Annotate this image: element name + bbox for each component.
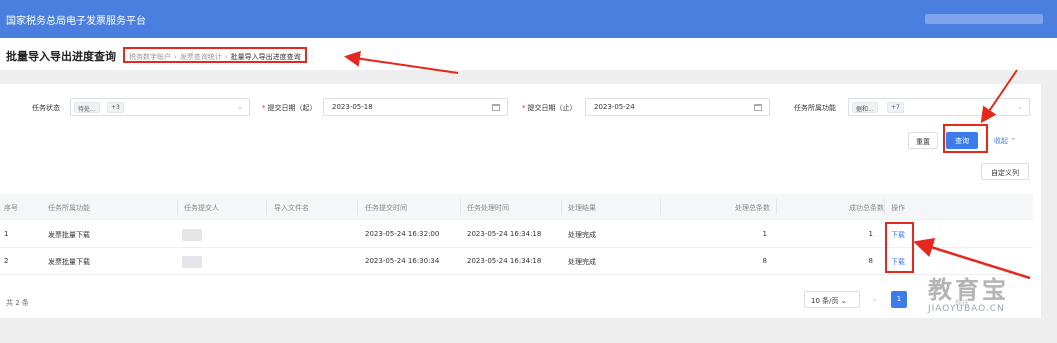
status-tag: 待处... — [74, 102, 100, 113]
breadcrumb-item-current: 批量导入导出进度查询 — [230, 53, 301, 61]
main-panel: 任务状态 待处... +3 ⌄ * 提交日期（起） 2023-05-18 * 提交日… — [0, 84, 1041, 318]
chevron-down-icon: ⌄ — [1017, 103, 1023, 111]
cell-total: 1 — [762, 230, 767, 238]
cell-process-time: 2023-05-24 16:34:18 — [467, 257, 542, 265]
page-size-select[interactable]: 10 条/页 ⌄ — [804, 291, 860, 308]
function-label: 任务所属功能 — [794, 104, 836, 112]
col-filename: 导入文件名 — [274, 204, 309, 212]
total-count: 共 2 条 — [6, 299, 29, 307]
cell-result: 处理完成 — [568, 231, 596, 239]
cell-submit-time: 2023-05-24 16:32:00 — [365, 230, 440, 238]
status-more-tag: +3 — [107, 102, 124, 113]
breadcrumb-item-tax-account[interactable]: 税务数字账户 — [129, 53, 171, 61]
column-divider — [357, 199, 358, 215]
function-select[interactable]: 据和... +7 ⌄ — [848, 98, 1030, 116]
required-mark: * — [262, 104, 266, 112]
cell-function: 发票批量下载 — [48, 231, 90, 239]
cell-index: 2 — [4, 257, 9, 265]
column-divider — [561, 199, 562, 215]
column-divider — [177, 199, 178, 215]
top-bar: 国家税务总局电子发票服务平台 — [0, 0, 1057, 38]
date-to-label: * 提交日期（止） — [522, 103, 577, 113]
collapse-link[interactable]: 收起 ⌃ — [994, 136, 1016, 146]
required-mark: * — [522, 104, 526, 112]
date-to-label-text: 提交日期（止） — [527, 104, 577, 112]
col-submit-time: 任务提交时间 — [365, 204, 407, 212]
col-submitter: 任务提交人 — [184, 204, 219, 212]
column-divider — [660, 199, 661, 215]
breadcrumb-item-invoice-stats[interactable]: 发票查询统计 — [180, 53, 222, 61]
status-label: 任务状态 — [32, 104, 60, 112]
date-from-input[interactable]: 2023-05-18 — [323, 98, 508, 116]
status-select[interactable]: 待处... +3 ⌄ — [70, 98, 250, 116]
cell-function: 发票批量下载 — [48, 258, 90, 266]
cell-process-time: 2023-05-24 16:34:18 — [467, 230, 542, 238]
breadcrumb-separator: › — [174, 53, 177, 61]
calendar-icon — [492, 104, 500, 111]
cell-submit-time: 2023-05-24 16:30:34 — [365, 257, 440, 265]
date-from-label-text: 提交日期（起） — [267, 104, 317, 112]
chevron-down-icon: ⌄ — [237, 103, 243, 111]
watermark-logo: 教育宝 JIAOYUBAO.CN — [928, 270, 1009, 314]
app-title: 国家税务总局电子发票服务平台 — [6, 16, 146, 27]
col-result: 处理结果 — [568, 204, 596, 212]
watermark-text: 教育宝 — [928, 276, 1009, 304]
function-tag: 据和... — [852, 102, 878, 113]
date-from-value: 2023-05-18 — [332, 103, 373, 111]
breadcrumb-separator: › — [224, 53, 228, 61]
watermark-domain: JIAOYUBAO.CN — [928, 304, 1005, 314]
column-divider — [460, 199, 461, 215]
user-account-redacted[interactable] — [925, 14, 1043, 24]
col-process-time: 任务处理时间 — [467, 204, 509, 212]
reset-button[interactable]: 重置 — [908, 132, 938, 149]
date-to-value: 2023-05-24 — [594, 103, 635, 111]
column-divider — [884, 199, 885, 215]
calendar-icon — [754, 104, 762, 111]
custom-columns-button[interactable]: 自定义列 — [981, 163, 1029, 180]
column-divider — [266, 199, 267, 215]
col-success: 成功总条数 — [849, 204, 884, 212]
date-to-input[interactable]: 2023-05-24 — [585, 98, 770, 116]
col-total: 处理总条数 — [735, 204, 770, 212]
column-divider — [776, 199, 777, 215]
cell-index: 1 — [4, 230, 9, 238]
function-more-tag: +7 — [887, 102, 904, 113]
page-title: 批量导入导出进度查询 — [6, 50, 116, 63]
date-from-label: * 提交日期（起） — [262, 103, 317, 113]
download-highlight-box — [885, 222, 914, 273]
col-function: 任务所属功能 — [48, 204, 90, 212]
prev-page-icon[interactable]: ‹ — [873, 295, 876, 304]
breadcrumb: 税务数字账户 › 发票查询统计 › 批量导入导出进度查询 — [123, 47, 307, 63]
col-actions: 操作 — [891, 204, 905, 212]
cell-submitter-redacted — [182, 256, 202, 268]
cell-submitter-redacted — [182, 229, 202, 241]
cell-success: 1 — [868, 230, 873, 238]
cell-total: 8 — [762, 257, 767, 265]
cell-result: 处理完成 — [568, 258, 596, 266]
table-header: 序号 任务所属功能 任务提交人 导入文件名 任务提交时间 任务处理时间 处理结果… — [0, 194, 1033, 220]
cell-success: 8 — [868, 257, 873, 265]
page-header: 批量导入导出进度查询 税务数字账户 › 发票查询统计 › 批量导入导出进度查询 — [0, 38, 1057, 70]
table-row: 1 发票批量下载 2023-05-24 16:32:00 2023-05-24 … — [0, 221, 1033, 248]
query-highlight-box — [943, 124, 988, 153]
table-row: 2 发票批量下载 2023-05-24 16:30:34 2023-05-24 … — [0, 248, 1033, 275]
page-number-current[interactable]: 1 — [891, 291, 907, 308]
col-index: 序号 — [4, 204, 18, 212]
